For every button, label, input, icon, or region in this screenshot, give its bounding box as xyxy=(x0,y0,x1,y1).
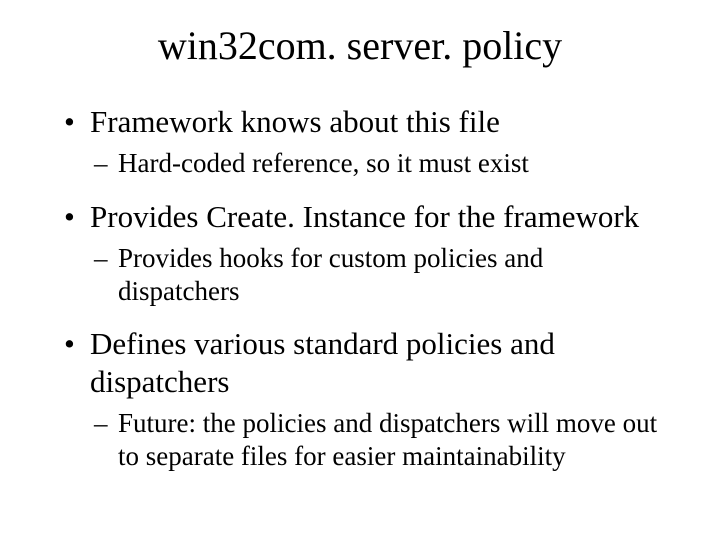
list-item-text: Defines various standard policies and di… xyxy=(90,326,555,399)
list-item: Defines various standard policies and di… xyxy=(60,325,660,473)
sub-list: Provides hooks for custom policies and d… xyxy=(90,242,660,308)
slide: win32com. server. policy Framework knows… xyxy=(0,0,720,540)
bullet-list: Framework knows about this file Hard-cod… xyxy=(60,103,660,473)
sub-list-item: Provides hooks for custom policies and d… xyxy=(90,242,660,308)
list-item-text: Provides Create. Instance for the framew… xyxy=(90,199,639,234)
list-item-text: Framework knows about this file xyxy=(90,104,500,139)
sub-list-item: Hard-coded reference, so it must exist xyxy=(90,147,660,180)
slide-title: win32com. server. policy xyxy=(60,22,660,69)
list-item: Framework knows about this file Hard-cod… xyxy=(60,103,660,180)
list-item: Provides Create. Instance for the framew… xyxy=(60,198,660,308)
sub-list-item: Future: the policies and dispatchers wil… xyxy=(90,407,660,473)
sub-list: Hard-coded reference, so it must exist xyxy=(90,147,660,180)
sub-list: Future: the policies and dispatchers wil… xyxy=(90,407,660,473)
